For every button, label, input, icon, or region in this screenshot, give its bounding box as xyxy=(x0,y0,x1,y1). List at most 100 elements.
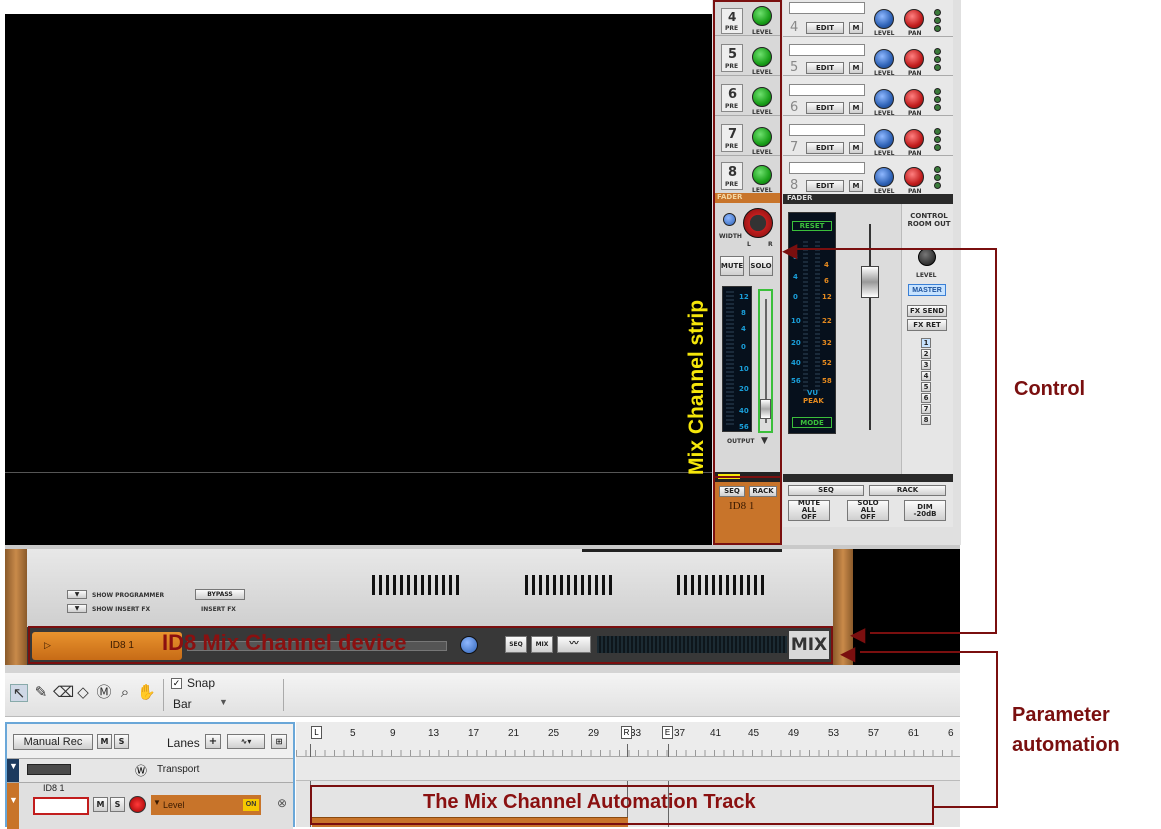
pan-label: PAN xyxy=(908,110,922,117)
left-locator[interactable]: L xyxy=(311,726,322,739)
fx-num-button[interactable]: 6 xyxy=(921,393,931,403)
lane-option-button[interactable]: ⊞ xyxy=(271,734,287,749)
lane-on-button[interactable]: ON xyxy=(243,799,259,811)
master-bottom-strip xyxy=(783,474,953,482)
mode-button[interactable]: MODE xyxy=(792,417,832,428)
master-s-button[interactable]: S xyxy=(114,734,129,749)
fx-num-button[interactable]: 4 xyxy=(921,371,931,381)
close-lane-icon[interactable]: ⊗ xyxy=(277,796,287,810)
master-m-button[interactable]: M xyxy=(97,734,112,749)
hand-icon[interactable]: ✋ xyxy=(137,684,156,702)
master-rack-button[interactable]: RACK xyxy=(869,485,946,496)
peak-label: PEAK xyxy=(803,397,824,405)
show-programmer-toggle[interactable]: ▼ xyxy=(67,590,87,599)
pan-knob-red[interactable] xyxy=(904,9,924,29)
pan-knob-red[interactable] xyxy=(904,129,924,149)
lane-param-box[interactable]: ▼ Level ON xyxy=(151,795,261,815)
fx-send-button[interactable]: FX SEND xyxy=(907,305,947,317)
fx-num-button[interactable]: 5 xyxy=(921,382,931,392)
edit-button[interactable]: EDIT xyxy=(806,62,844,74)
master-fader-section: RESET 8 4 0 10 20 40 56 4 6 12 22 32 52 … xyxy=(783,204,953,474)
control-room-knob[interactable] xyxy=(918,248,936,266)
level-knob-blue[interactable] xyxy=(874,9,894,29)
control-connector-right xyxy=(995,248,997,634)
control-connector-bottom xyxy=(870,632,997,634)
level-knob-blue[interactable] xyxy=(874,49,894,69)
name-field[interactable] xyxy=(789,162,865,174)
pencil-icon[interactable]: ✎ xyxy=(32,684,50,702)
m-button[interactable]: M xyxy=(849,102,863,114)
fx-num-button[interactable]: 8 xyxy=(921,415,931,425)
track-m-button[interactable]: M xyxy=(93,797,108,812)
m-button[interactable]: M xyxy=(849,62,863,74)
m-button[interactable]: M xyxy=(849,180,863,192)
show-insert-fx-toggle[interactable]: ▼ xyxy=(67,604,87,613)
lamp-icon xyxy=(934,136,941,143)
eraser-icon[interactable]: ⌫ xyxy=(53,684,74,702)
master-seq-button[interactable]: SEQ xyxy=(788,485,864,496)
end-marker[interactable]: E xyxy=(662,726,673,739)
meter-tick-right: 4 xyxy=(824,261,829,269)
master-button[interactable]: MASTER xyxy=(908,284,946,296)
ruler-tick: 25 xyxy=(548,728,560,739)
ruler-tick: 13 xyxy=(428,728,440,739)
master-row: 4 EDIT M LEVEL PAN xyxy=(783,0,953,37)
level-knob-blue[interactable] xyxy=(874,167,894,187)
lane-dropdown-icon[interactable]: ▼ xyxy=(153,798,161,807)
right-locator[interactable]: R xyxy=(621,726,632,739)
pan-knob-red[interactable] xyxy=(904,49,924,69)
razor-icon[interactable]: ◇ xyxy=(74,684,92,702)
edit-button[interactable]: EDIT xyxy=(806,102,844,114)
magnify-icon[interactable]: ⌕ xyxy=(116,684,134,702)
pan-knob-red[interactable] xyxy=(904,167,924,187)
solo-all-off-button[interactable]: SOLO ALL OFF xyxy=(847,500,889,521)
bypass-button[interactable]: BYPASS xyxy=(195,589,245,600)
snap-checkbox[interactable]: ✓ xyxy=(171,678,182,689)
edit-button[interactable]: EDIT xyxy=(806,180,844,192)
select-arrow-icon[interactable]: ↖ xyxy=(10,684,28,702)
track-s-button[interactable]: S xyxy=(110,797,125,812)
expand-arrow-icon[interactable]: ▼ xyxy=(9,761,18,771)
pan-knob-red[interactable] xyxy=(904,89,924,109)
row-number: 5 xyxy=(790,60,799,75)
master-fader-header: FADER xyxy=(783,194,953,204)
level-knob-blue[interactable] xyxy=(874,129,894,149)
fx-num-button[interactable]: 7 xyxy=(921,404,931,414)
fx-num-button[interactable]: 2 xyxy=(921,349,931,359)
m-button[interactable]: M xyxy=(849,142,863,154)
rack-black-right xyxy=(853,549,960,665)
transport-track[interactable]: ▼ Ⓦ Transport xyxy=(7,759,293,783)
ruler-tick: 41 xyxy=(710,728,722,739)
pan-label: PAN xyxy=(908,30,922,37)
manual-rec-button[interactable]: Manual Rec xyxy=(13,734,93,750)
level-knob-blue[interactable] xyxy=(874,89,894,109)
snap-value-select[interactable]: Bar xyxy=(173,697,192,711)
name-field[interactable] xyxy=(789,84,865,96)
track-list: Manual Rec M S Lanes + ∿▾ ⊞ ▼ Ⓦ Transpor… xyxy=(5,722,295,829)
id8-track[interactable]: ▼ ID8 1 M S ▼ Level ON ⊗ xyxy=(7,783,293,829)
fx-num-button[interactable]: 3 xyxy=(921,360,931,370)
lamp-icon xyxy=(934,48,941,55)
mute-all-off-button[interactable]: MUTE ALL OFF xyxy=(788,500,830,521)
edit-button[interactable]: EDIT xyxy=(806,22,844,34)
reset-button[interactable]: RESET xyxy=(792,221,832,231)
m-button[interactable]: M xyxy=(849,22,863,34)
name-field[interactable] xyxy=(789,2,865,14)
expand-arrow-icon[interactable]: ▼ xyxy=(9,795,18,805)
timeline-ruler[interactable]: 5 9 13 17 21 25 29 33 37 41 45 49 53 57 … xyxy=(296,722,960,757)
record-button[interactable] xyxy=(129,796,146,813)
name-field[interactable] xyxy=(789,44,865,56)
mix-channel-strip-annotation: Mix Channel strip xyxy=(685,299,708,475)
row-number: 8 xyxy=(790,178,799,193)
edit-button[interactable]: EDIT xyxy=(806,142,844,154)
snap-dropdown-icon[interactable]: ▼ xyxy=(219,697,228,707)
automation-lane-button[interactable]: ∿▾ xyxy=(227,734,265,749)
splitter-handle[interactable] xyxy=(5,665,960,673)
add-lane-button[interactable]: + xyxy=(205,734,221,749)
mute-tool-icon[interactable]: Ⓜ xyxy=(95,684,113,702)
master-fader-handle[interactable] xyxy=(861,266,879,298)
name-field[interactable] xyxy=(789,124,865,136)
fx-num-button[interactable]: 1 xyxy=(921,338,931,348)
dim-button[interactable]: DIM -20dB xyxy=(904,500,946,521)
fx-ret-button[interactable]: FX RET xyxy=(907,319,947,331)
